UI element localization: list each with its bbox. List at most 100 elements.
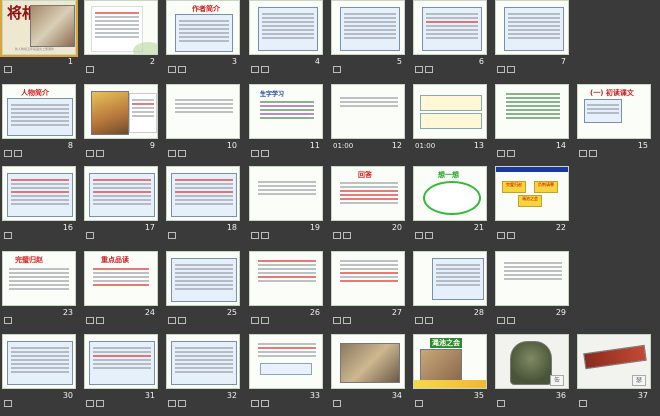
transition-icon [251,66,259,73]
slide-thumbnail-25[interactable]: 25 [166,251,240,324]
slide-thumbnail-28[interactable]: 28 [413,251,487,324]
transition-icon [333,317,341,324]
slide-number: 6 [478,57,484,66]
slide-number: 33 [309,391,320,400]
animation-icon [14,150,22,157]
animation-icon [178,400,186,407]
transition-icon [86,400,94,407]
slide-thumbnail-10[interactable]: 10 [166,84,240,157]
slide-number: 1 [67,57,73,66]
slide-thumbnail-22[interactable]: 完璧归赵 负荆请罪 渑池之会 22 [495,166,569,239]
transition-icon [251,400,259,407]
slide-number: 37 [637,391,648,400]
slide-timing: 01:00 [333,142,354,150]
slide-number: 5 [396,57,402,66]
transition-icon [4,150,12,157]
slide-icons [4,58,34,73]
slide-thumbnail-31[interactable]: 31 [84,334,158,407]
animation-icon [178,317,186,324]
transition-icon [333,400,341,407]
slide-number: 4 [314,57,320,66]
slide-thumbnail-17[interactable]: 17 [84,166,158,239]
transition-icon [251,232,259,239]
transition-icon [168,232,176,239]
slide-thumbnail-20[interactable]: 回答 20 [331,166,405,239]
slide-number: 11 [309,141,320,150]
slide-timing: 01:00 [415,142,436,150]
transition-icon [497,232,505,239]
slide-thumbnail-15[interactable]: (一) 初读课文 15 [577,84,651,157]
slide-thumbnail-8[interactable]: 人物简介 8 [2,84,76,157]
transition-icon [168,317,176,324]
animation-icon [343,317,351,324]
transition-icon [4,66,12,73]
slide-thumbnail-21[interactable]: 想一想 21 [413,166,487,239]
slide-thumbnail-2[interactable]: 2 [84,0,158,73]
slide-thumbnail-30[interactable]: 30 [2,334,76,407]
slide-thumbnail-13[interactable]: 01:00 13 [413,84,487,155]
transition-icon [168,66,176,73]
transition-icon [415,317,423,324]
slide-heading: 重点品读 [101,256,129,264]
transition-icon [251,150,259,157]
transition-icon [415,232,423,239]
animation-icon [507,232,515,239]
slide-thumbnail-23[interactable]: 完璧归赵 23 [2,251,76,324]
slide-thumbnail-4[interactable]: 4 [249,0,323,73]
slide-number: 20 [391,223,402,232]
slide-thumbnail-9[interactable]: 9 [84,84,158,157]
transition-icon [497,400,505,407]
transition-icon [497,150,505,157]
slide-number: 32 [226,391,237,400]
slide-thumbnail-26[interactable]: 26 [249,251,323,324]
slide-thumbnail-7[interactable]: 7 [495,0,569,73]
slide-number: 9 [149,141,155,150]
slide-thumbnail-12[interactable]: 01:00 12 [331,84,405,155]
slide-number: 30 [62,391,73,400]
animation-icon [507,66,515,73]
slide-heading: 作者简介 [192,5,220,13]
transition-icon [497,317,505,324]
slide-number: 25 [226,308,237,317]
slide-thumbnail-27[interactable]: 27 [331,251,405,324]
animation-icon [507,150,515,157]
slide-heading: 回答 [358,171,372,179]
slide-thumbnail-32[interactable]: 32 [166,334,240,407]
slide-number: 29 [555,308,566,317]
slide-number: 21 [473,223,484,232]
animation-icon [261,150,269,157]
slide-thumbnail-14[interactable]: 14 [495,84,569,157]
slide-number: 10 [226,141,237,150]
instrument-label: 瑟 [632,375,646,386]
slide-heading: 人物简介 [21,89,49,97]
animation-icon [178,66,186,73]
slide-thumbnail-19[interactable]: 19 [249,166,323,239]
slide-thumbnail-16[interactable]: 16 [2,166,76,239]
box-label: 负荆请罪 [538,182,554,187]
slide-thumbnail-11[interactable]: 生字学习 11 [249,84,323,157]
slide-thumbnail-36[interactable]: 缶 36 [495,334,569,407]
slide-number: 13 [473,141,484,150]
slide-number: 17 [144,223,155,232]
slide-thumbnail-37[interactable]: 瑟 37 [577,334,651,407]
transition-icon [4,317,12,324]
slide-thumbnail-24[interactable]: 重点品读 24 [84,251,158,324]
slide-thumbnail-35[interactable]: 渑池之会 35 [413,334,487,407]
slide-number: 15 [637,141,648,150]
slide-thumbnail-33[interactable]: 33 [249,334,323,407]
slide-thumbnail-5[interactable]: 5 [331,0,405,73]
transition-icon [333,232,341,239]
slide-number: 3 [231,57,237,66]
transition-icon [497,66,505,73]
slide-thumbnail-3[interactable]: 作者简介 3 [166,0,240,73]
slide-number: 22 [555,223,566,232]
slide-thumbnail-6[interactable]: 6 [413,0,487,73]
slide-thumbnail-29[interactable]: 29 [495,251,569,324]
slide-thumbnail-18[interactable]: 18 [166,166,240,239]
transition-icon [579,400,587,407]
transition-icon [579,150,587,157]
slide-thumbnail-1[interactable]: 将相和 新人教版五年级语文上册课件 1 [0,0,78,73]
transition-icon [168,150,176,157]
slide-thumbnail-34[interactable]: 34 [331,334,405,407]
vessel-label: 缶 [550,375,564,386]
